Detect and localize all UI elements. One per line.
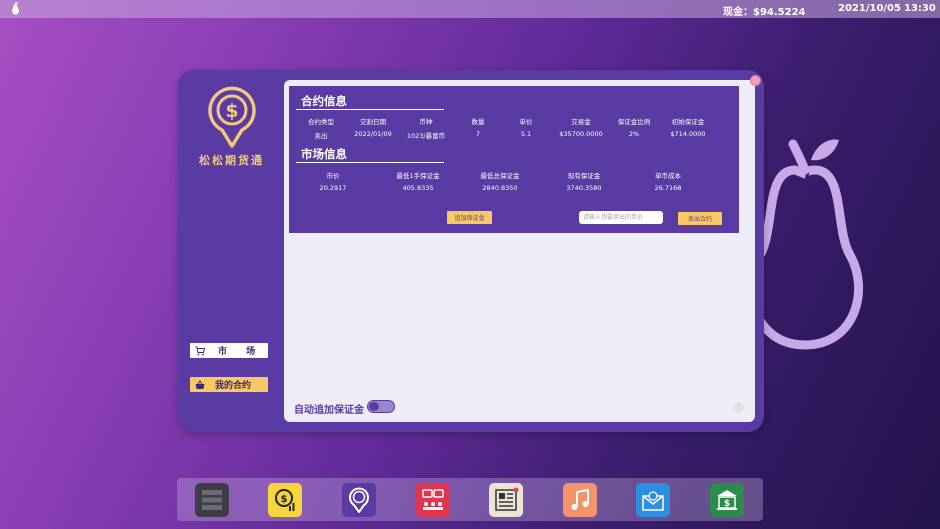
- contract-info-card: 合约信息 合约类型 交割日期 币种 数量 单价 交易金 保证金比例 初始保证金 …: [289, 86, 739, 233]
- svg-text:$: $: [724, 499, 730, 509]
- mail-icon[interactable]: [636, 483, 670, 517]
- contract-header-cell: 交易金: [571, 118, 591, 126]
- server-icon[interactable]: [195, 483, 229, 517]
- contract-header-cell: 初始保证金: [671, 118, 705, 126]
- toggle-knob: [369, 402, 379, 411]
- market-header-cell: 现有保证金: [567, 172, 601, 180]
- news-icon[interactable]: [489, 483, 523, 517]
- top-bar: 现金：$94.5224 2021/10/05 13:30: [0, 0, 940, 18]
- nav-my-contracts-button[interactable]: 我的合约: [190, 377, 268, 392]
- contract-header-cell: 合约类型: [308, 118, 334, 126]
- add-margin-button[interactable]: 追加保证金: [447, 211, 492, 224]
- app-dock: $ $: [177, 478, 763, 521]
- sell-contract-button[interactable]: 卖出合约: [678, 212, 722, 225]
- nav-market-button[interactable]: 市 场: [190, 343, 268, 358]
- nav-market-label: 市 场: [218, 347, 264, 357]
- svg-text:$: $: [225, 100, 238, 122]
- nav-my-contracts-label: 我的合约: [215, 381, 252, 391]
- title-underline: [296, 162, 444, 163]
- close-window-button[interactable]: [750, 75, 761, 86]
- cart-icon: [195, 346, 205, 356]
- market-info-title-text: 市场信息: [301, 147, 347, 161]
- music-icon[interactable]: [563, 483, 597, 517]
- auto-margin-toggle[interactable]: [367, 400, 395, 413]
- contract-value-cell: 5.1: [520, 130, 532, 138]
- help-button[interactable]: ?: [733, 402, 744, 413]
- market-info-title: 市场信息: [296, 146, 444, 163]
- market-header-cell: 单币成本: [655, 172, 681, 180]
- cash-balance: 现金：$94.5224: [723, 7, 806, 18]
- contract-value-cell: $714.0000: [670, 130, 706, 138]
- market-value-cell: 2840.8350: [482, 184, 518, 192]
- futures-app-icon[interactable]: [342, 483, 376, 517]
- contract-info-title: 合约信息: [296, 93, 444, 110]
- market-header-cell: 最低总保证金: [480, 172, 520, 180]
- market-header-cell: 市价: [326, 172, 340, 180]
- market-value-cell: 405.8335: [402, 184, 434, 192]
- market-value-cell: 26.7168: [654, 184, 682, 192]
- futures-app-window: $ 松松期货通 市 场 我的合约 合约信息 合约类型 交割日期 币种 数量 单价…: [178, 70, 764, 432]
- contract-value-cell: 1023/暴富币: [406, 132, 446, 140]
- svg-text:$: $: [281, 494, 288, 505]
- contract-value-cell: 7: [475, 130, 481, 138]
- contract-value-cell: $35700.0000: [559, 130, 603, 138]
- chat-icon[interactable]: [416, 483, 450, 517]
- contract-value-cell: 2%: [628, 130, 640, 138]
- title-underline: [296, 109, 444, 110]
- contract-detail-panel: 合约信息 合约类型 交割日期 币种 数量 单价 交易金 保证金比例 初始保证金 …: [284, 80, 755, 422]
- basket-icon: [195, 379, 205, 390]
- brand-name: 松松期货通: [199, 154, 264, 167]
- sell-price-input[interactable]: [579, 211, 663, 224]
- contract-info-title-text: 合约信息: [301, 94, 347, 108]
- contract-header-cell: 币种: [419, 118, 433, 126]
- market-value-cell: 20.2917: [319, 184, 347, 192]
- contract-header-cell: 数量: [471, 118, 485, 126]
- contract-header-cell: 单价: [519, 118, 533, 126]
- finance-chart-icon[interactable]: $: [268, 483, 302, 517]
- market-header-cell: 最低1手保证金: [396, 172, 440, 180]
- auto-margin-label: 自动追加保证金: [294, 405, 364, 416]
- contract-value-cell: 卖出: [314, 132, 328, 140]
- contract-header-cell: 保证金比例: [617, 118, 651, 126]
- contract-value-cell: 2022/01/09: [354, 130, 392, 138]
- bank-icon[interactable]: $: [710, 483, 744, 517]
- dollar-pin-logo-icon: $: [208, 86, 256, 148]
- market-value-cell: 3740.3580: [566, 184, 602, 192]
- contract-header-cell: 交割日期: [360, 118, 386, 126]
- clock-date: 2021/10/05: [838, 3, 901, 14]
- clock-time: 13:30: [904, 3, 936, 14]
- pear-logo-icon[interactable]: [10, 2, 21, 18]
